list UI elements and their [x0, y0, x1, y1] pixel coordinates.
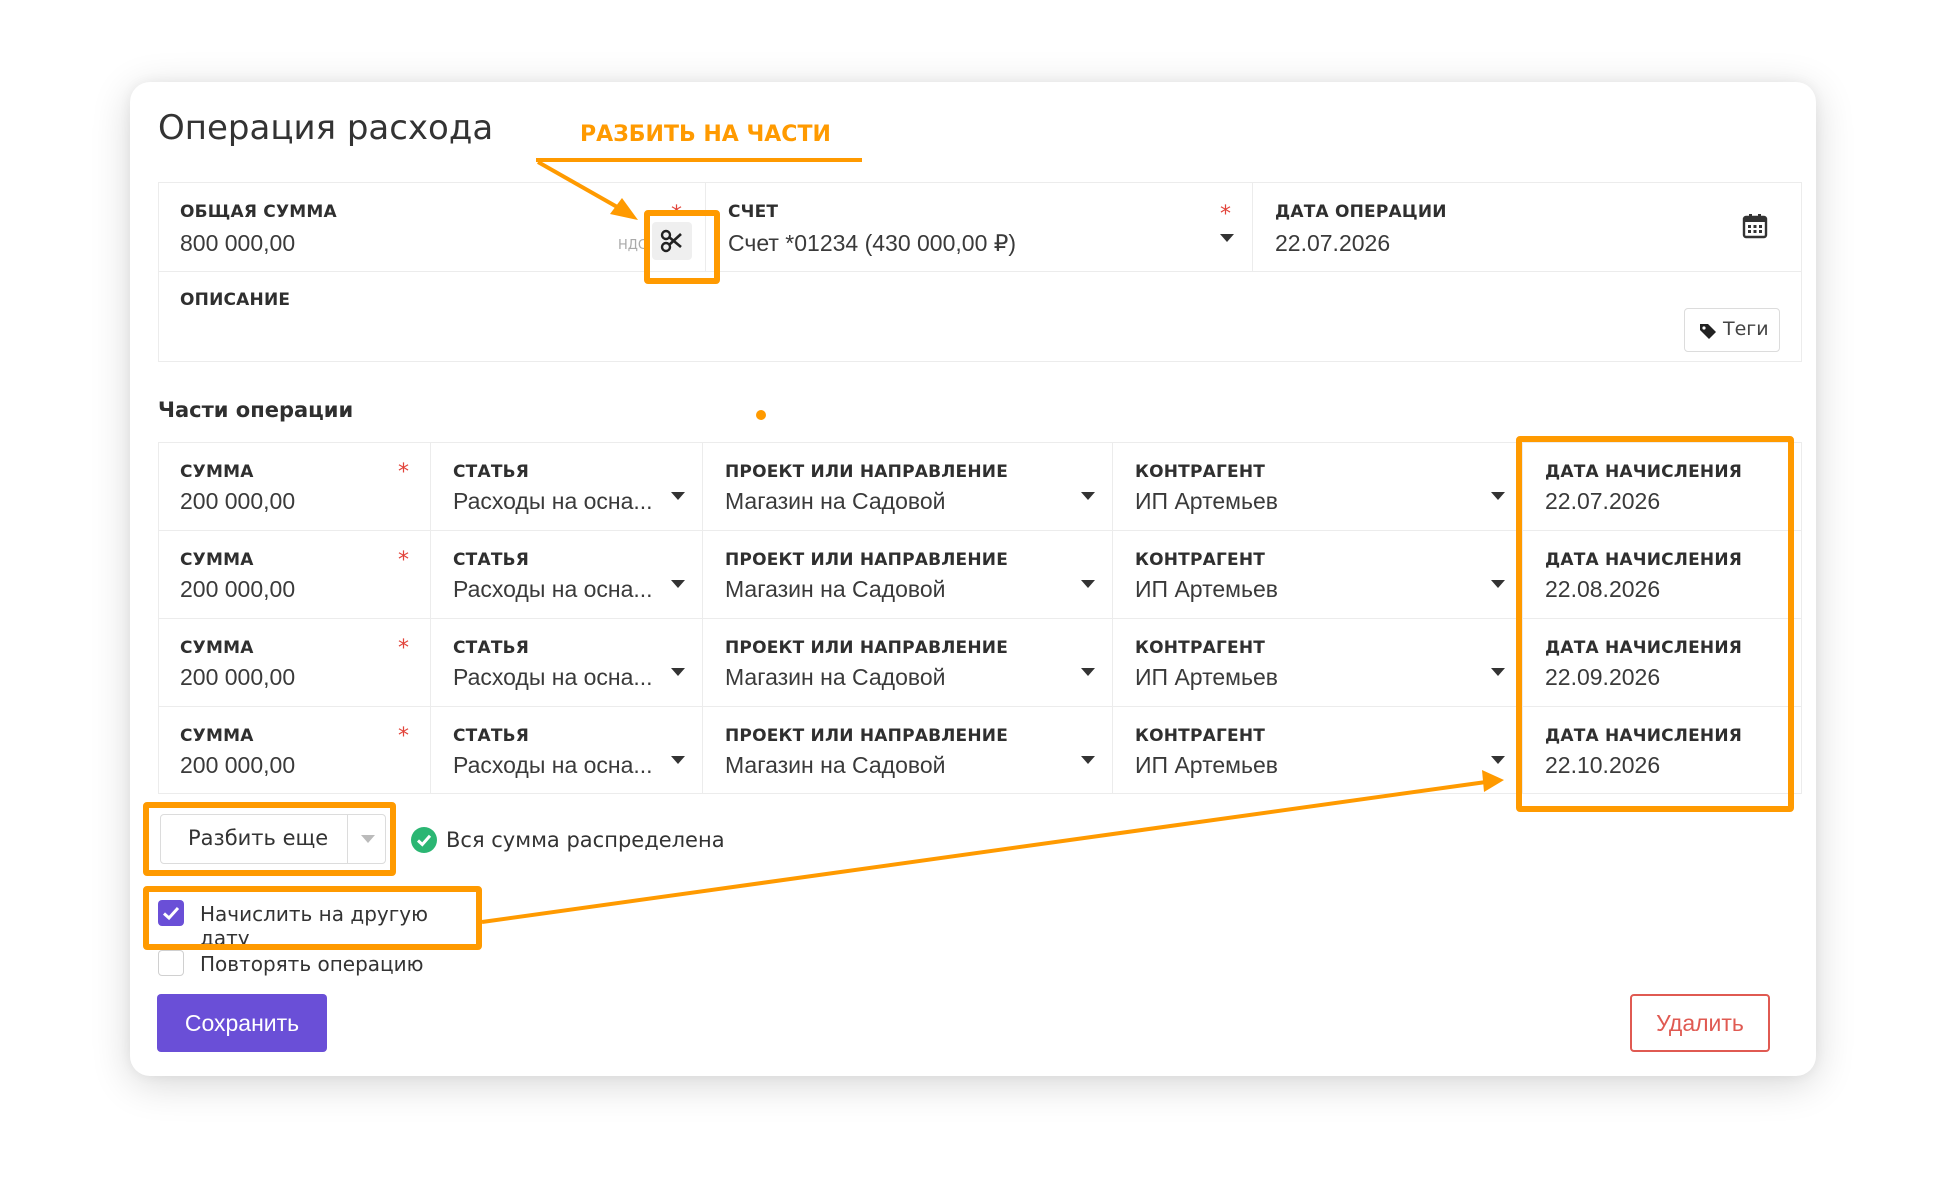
annotation-arrow [537, 160, 627, 214]
annotation-arrow [481, 780, 1487, 924]
arrow-head [610, 198, 638, 220]
annotation-arrows [481, 158, 1504, 924]
arrow-head [1482, 770, 1504, 792]
